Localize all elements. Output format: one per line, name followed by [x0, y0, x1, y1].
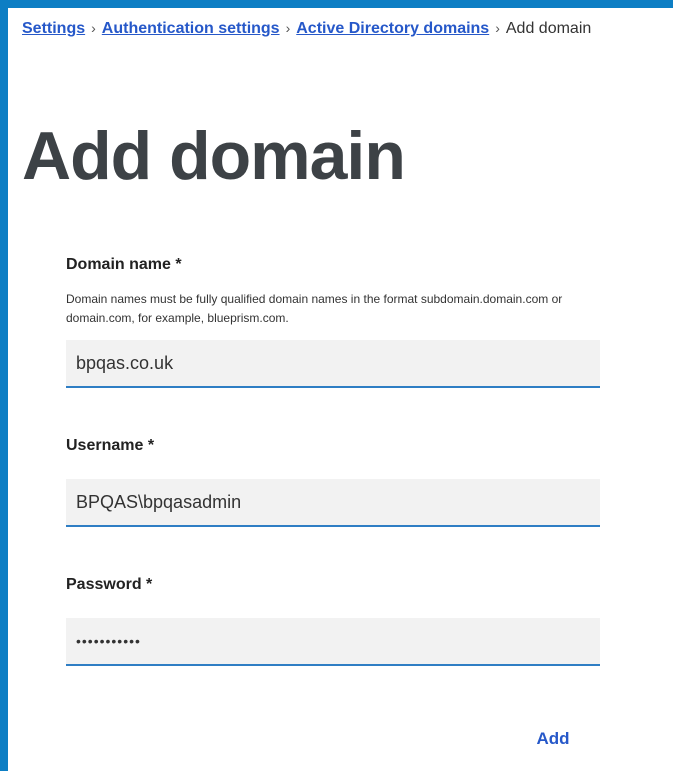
breadcrumb-current: Add domain [505, 20, 592, 37]
breadcrumb-separator: › [91, 20, 96, 36]
domain-name-input[interactable] [66, 340, 600, 388]
breadcrumb-link-settings[interactable]: Settings [22, 20, 85, 37]
breadcrumb-link-authentication-settings[interactable]: Authentication settings [102, 20, 280, 37]
password-label: Password * [66, 576, 153, 593]
add-button[interactable]: Add [508, 718, 598, 760]
domain-name-help-text: Domain names must be fully qualified dom… [66, 292, 563, 325]
breadcrumb-separator: › [285, 20, 291, 36]
password-input[interactable] [66, 618, 600, 666]
breadcrumb-separator: › [495, 20, 500, 36]
username-input[interactable] [66, 479, 600, 527]
page-title: Add domain [22, 118, 406, 194]
window-frame-top [0, 0, 673, 8]
domain-name-label: Domain name * [66, 256, 182, 273]
breadcrumb-link-active-directory-domains[interactable]: Active Directory domains [296, 20, 489, 37]
username-label: Username * [66, 437, 155, 454]
window-frame-left [0, 0, 8, 771]
breadcrumb: Settings › Authentication settings › Active … [22, 20, 591, 38]
